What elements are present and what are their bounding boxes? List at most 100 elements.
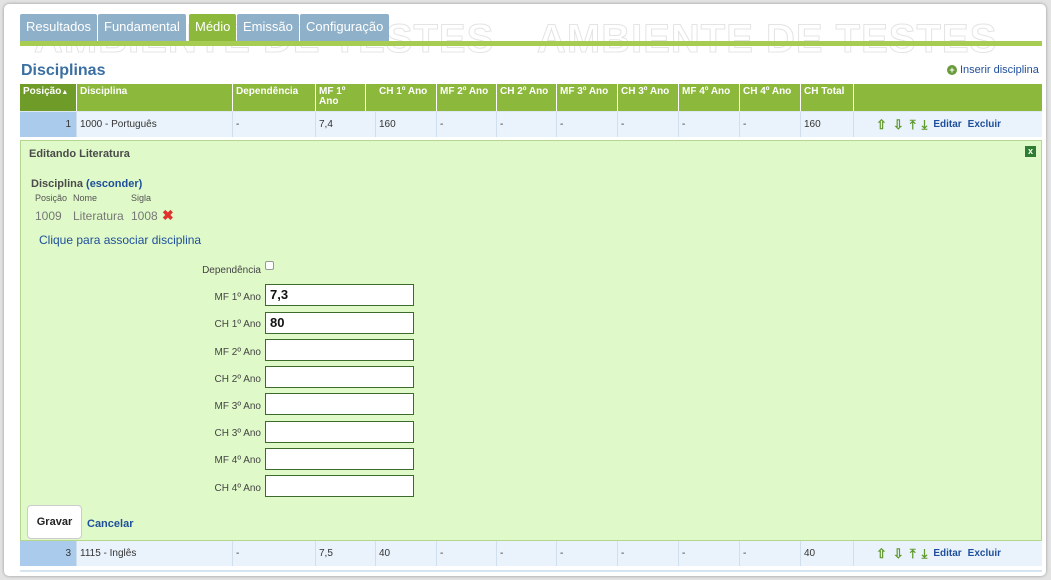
close-icon[interactable]: x xyxy=(1025,146,1036,157)
cell-dependencia: - xyxy=(233,541,316,566)
sort-asc-icon: ▲ xyxy=(61,89,69,96)
save-button[interactable]: Gravar xyxy=(27,505,82,539)
col-label-posicao: Posição xyxy=(35,193,68,203)
col-label-nome: Nome xyxy=(73,193,98,203)
ch3-input[interactable] xyxy=(265,421,414,443)
col-header-mf3[interactable]: MF 3º Ano xyxy=(557,84,618,111)
cell-mf1: 7,5 xyxy=(316,541,376,566)
field-label: MF 1º Ano xyxy=(214,292,261,303)
col-header-ch3[interactable]: CH 3º Ano xyxy=(618,84,679,111)
add-circle-icon: + xyxy=(947,65,957,75)
app-window: AMBIENTE DE TESTES AMBIENTE DE TESTES Re… xyxy=(4,4,1046,576)
cell-ch4: - xyxy=(740,112,801,137)
move-to-bottom-icon[interactable]: ⤓ xyxy=(922,546,928,561)
edit-link[interactable]: Editar xyxy=(933,543,961,564)
move-up-icon[interactable]: ⇧ xyxy=(876,117,887,132)
move-up-icon[interactable]: ⇧ xyxy=(876,546,887,561)
discipline-section-title: Disciplina (esconder) xyxy=(31,178,143,190)
cell-ch3: - xyxy=(618,541,679,566)
cell-ch3: - xyxy=(618,112,679,137)
col-header-mf4[interactable]: MF 4º Ano xyxy=(679,84,740,111)
edit-panel-title: Editando Literatura xyxy=(29,148,130,160)
cell-posicao: 3 xyxy=(20,541,77,566)
move-to-top-icon[interactable]: ⤒ xyxy=(910,546,916,561)
divider xyxy=(20,570,1042,572)
cell-chtotal: 40 xyxy=(801,541,854,566)
cell-posicao: 1 xyxy=(20,112,77,137)
col-header-disciplina[interactable]: Disciplina xyxy=(77,84,233,111)
tab-emissao[interactable]: Emissão xyxy=(237,14,299,42)
move-down-icon[interactable]: ⇩ xyxy=(893,117,904,132)
discipline-sigla: 1008 xyxy=(131,209,158,223)
field-label: MF 3º Ano xyxy=(214,401,261,412)
cell-dependencia: - xyxy=(233,112,316,137)
col-header-posicao[interactable]: Posição▲ xyxy=(20,84,77,111)
insert-discipline-label: Inserir disciplina xyxy=(960,64,1039,76)
table-row: 1 1000 - Português - 7,4 160 - - - - - -… xyxy=(20,111,1042,137)
table-header: Posição▲ Disciplina Dependência MF 1º An… xyxy=(20,84,1042,111)
cell-disciplina: 1115 - Inglês xyxy=(77,541,233,566)
col-header-ch2[interactable]: CH 2º Ano xyxy=(497,84,557,111)
col-label-sigla: Sigla xyxy=(131,193,152,203)
field-label: CH 4º Ano xyxy=(214,483,261,494)
cell-ch1: 160 xyxy=(376,112,437,137)
row-actions: ⇧ ⇩ ⤒ ⤓ Editar Excluir xyxy=(854,541,1042,566)
ch1-input[interactable]: 80 xyxy=(265,312,414,334)
hide-link[interactable]: (esconder) xyxy=(86,178,142,190)
delete-link[interactable]: Excluir xyxy=(968,543,1001,564)
move-down-icon[interactable]: ⇩ xyxy=(893,546,904,561)
ch4-input[interactable] xyxy=(265,475,414,497)
remove-discipline-icon[interactable]: ✖ xyxy=(162,207,174,224)
cell-ch1: 40 xyxy=(376,541,437,566)
discipline-pos: 1009 xyxy=(35,209,62,223)
field-label: MF 2º Ano xyxy=(214,347,261,358)
page-title: Disciplinas xyxy=(21,62,106,79)
cancel-link[interactable]: Cancelar xyxy=(87,518,133,530)
cell-mf3: - xyxy=(557,541,618,566)
mf4-input[interactable] xyxy=(265,448,414,470)
edit-panel: Editando Literatura x Disciplina (escond… xyxy=(20,140,1042,541)
dependencia-checkbox[interactable] xyxy=(265,261,274,270)
cell-chtotal: 160 xyxy=(801,112,854,137)
move-to-bottom-icon[interactable]: ⤓ xyxy=(922,117,928,132)
mf1-input[interactable]: 7,3 xyxy=(265,284,414,306)
cell-mf3: - xyxy=(557,112,618,137)
col-header-ch1[interactable]: CH 1º Ano xyxy=(376,84,437,111)
watermark: AMBIENTE DE TESTES xyxy=(536,17,998,62)
cell-mf1: 7,4 xyxy=(316,112,376,137)
col-header-ch4[interactable]: CH 4º Ano xyxy=(740,84,801,111)
tab-resultados[interactable]: Resultados xyxy=(20,14,98,42)
tab-medio[interactable]: Médio xyxy=(189,14,237,42)
mf3-input[interactable] xyxy=(265,393,414,415)
field-label: CH 2º Ano xyxy=(214,374,261,385)
cell-mf2: - xyxy=(437,112,497,137)
associate-discipline-link[interactable]: Clique para associar disciplina xyxy=(39,233,201,247)
cell-ch2: - xyxy=(497,541,557,566)
tab-underline xyxy=(20,41,1042,46)
field-label: CH 1º Ano xyxy=(214,319,261,330)
cell-mf4: - xyxy=(679,112,740,137)
cell-mf4: - xyxy=(679,541,740,566)
field-label: CH 3º Ano xyxy=(214,428,261,439)
tab-configuracao[interactable]: Configuração xyxy=(300,14,390,42)
col-header-actions xyxy=(854,84,1042,111)
cell-ch2: - xyxy=(497,112,557,137)
edit-link[interactable]: Editar xyxy=(933,114,961,135)
insert-discipline-link[interactable]: + Inserir disciplina xyxy=(947,64,1039,76)
col-header-chtotal[interactable]: CH Total xyxy=(801,84,854,111)
col-header-mf1[interactable]: MF 1º Ano xyxy=(316,84,366,111)
col-header-mf2[interactable]: MF 2º Ano xyxy=(437,84,497,111)
ch2-input[interactable] xyxy=(265,366,414,388)
field-label: MF 4º Ano xyxy=(214,455,261,466)
discipline-name: Literatura xyxy=(73,209,124,223)
tab-fundamental[interactable]: Fundamental xyxy=(98,14,186,42)
dependencia-label: Dependência xyxy=(202,265,261,276)
mf2-input[interactable] xyxy=(265,339,414,361)
delete-link[interactable]: Excluir xyxy=(968,114,1001,135)
cell-disciplina: 1000 - Português xyxy=(77,112,233,137)
col-header-dependencia[interactable]: Dependência xyxy=(233,84,316,111)
cell-mf2: - xyxy=(437,541,497,566)
table-row: 3 1115 - Inglês - 7,5 40 - - - - - - 40 … xyxy=(20,540,1042,566)
move-to-top-icon[interactable]: ⤒ xyxy=(910,117,916,132)
cell-ch4: - xyxy=(740,541,801,566)
